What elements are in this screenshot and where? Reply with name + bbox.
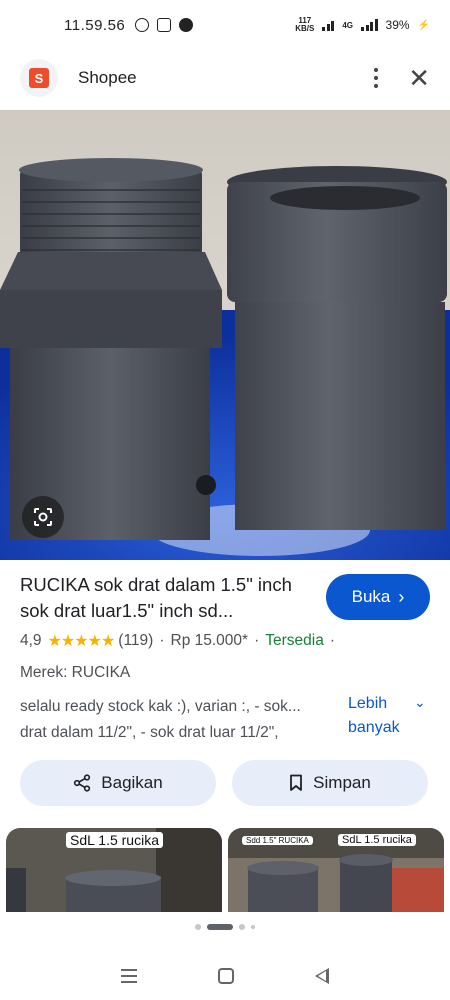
app-title: Shopee: [78, 68, 137, 87]
product-title[interactable]: RUCIKA sok drat dalam 1.5" inch sok drat…: [20, 572, 320, 624]
wifi-signal-icon: [322, 19, 335, 31]
separator: ·: [159, 632, 165, 649]
recent-apps-icon[interactable]: [120, 969, 137, 983]
back-icon[interactable]: [315, 968, 330, 984]
save-button[interactable]: Simpan: [232, 760, 428, 806]
chevron-down-icon[interactable]: ⌄: [414, 694, 426, 711]
google-lens-icon[interactable]: [22, 496, 64, 538]
carousel-dot[interactable]: [251, 925, 255, 929]
chevron-right-icon: ›: [398, 586, 405, 607]
shopee-bag-icon: S: [29, 68, 49, 88]
bookmark-icon: [290, 774, 303, 791]
share-icon: [74, 774, 91, 792]
thumbnail-image[interactable]: SdL 1.5 rucika: [6, 828, 222, 912]
facebook-icon: [179, 18, 194, 32]
system-nav-bar: [0, 952, 450, 1000]
save-label: Simpan: [313, 773, 371, 792]
network-speed-unit: KB/S: [295, 24, 315, 33]
whatsapp-icon: [135, 18, 150, 32]
close-icon[interactable]: ✕: [408, 65, 430, 91]
brand: Merek: RUCIKA: [20, 664, 131, 681]
more-vert-icon[interactable]: [374, 68, 379, 88]
thumbnail-label: SdL 1.5 rucika: [338, 834, 416, 846]
status-time: 11.59.56: [64, 16, 126, 34]
network-speed: 117 KB/S: [295, 17, 314, 33]
tiktok-icon: [157, 18, 172, 32]
charging-icon: ⚡: [417, 19, 430, 31]
open-button-label: Buka: [351, 587, 391, 606]
product-image[interactable]: [0, 110, 450, 560]
product-photo: [0, 110, 450, 560]
rating-value: 4,9: [20, 632, 42, 649]
network-type: 4G: [342, 20, 354, 30]
review-count: (119): [118, 632, 154, 649]
availability: Tersedia: [265, 632, 324, 649]
carousel-dot[interactable]: [195, 924, 201, 930]
share-label: Bagikan: [101, 773, 163, 792]
status-bar: 11.59.56 117 KB/S 4G 39% ⚡: [0, 0, 450, 50]
show-more-label: Lebih: [348, 695, 388, 712]
carousel-indicator: [0, 924, 450, 930]
star-rating-icon: ★★★★★: [47, 633, 116, 650]
share-button[interactable]: Bagikan: [20, 760, 216, 806]
rating-row: 4,9 ★★★★★ (119) · Rp 15.000* · Tersedia …: [20, 631, 341, 651]
thumbnail-label: Sdd 1.5" RUCIKA: [242, 836, 313, 845]
separator: ·: [329, 632, 335, 649]
header-actions: ✕: [374, 65, 430, 91]
thumbnail-image[interactable]: Sdd 1.5" RUCIKA SdL 1.5 rucika: [228, 828, 444, 912]
price: Rp 15.000*: [170, 632, 249, 649]
show-more-link[interactable]: Lebih banyak: [348, 692, 400, 740]
app-header: S Shopee ✕: [0, 50, 450, 106]
battery-level: 39%: [385, 18, 410, 32]
status-right: 117 KB/S 4G 39% ⚡: [295, 17, 430, 33]
separator: ·: [254, 632, 260, 649]
home-icon[interactable]: [217, 968, 234, 984]
show-more-label: banyak: [348, 719, 400, 736]
notification-icons: [135, 18, 194, 32]
open-button[interactable]: Buka ›: [326, 574, 430, 620]
carousel-dot-active[interactable]: [207, 924, 233, 930]
carousel-dot[interactable]: [239, 924, 245, 930]
description-line: selalu ready stock kak :), varian :, - s…: [20, 698, 301, 715]
description-line: drat dalam 11/2", - sok drat luar 11/2",: [20, 724, 279, 741]
shopee-logo-icon: S: [20, 59, 58, 97]
description: selalu ready stock kak :), varian :, - s…: [20, 694, 330, 746]
cell-signal-icon: [361, 19, 378, 31]
thumbnail-label: SdL 1.5 rucika: [66, 832, 163, 848]
